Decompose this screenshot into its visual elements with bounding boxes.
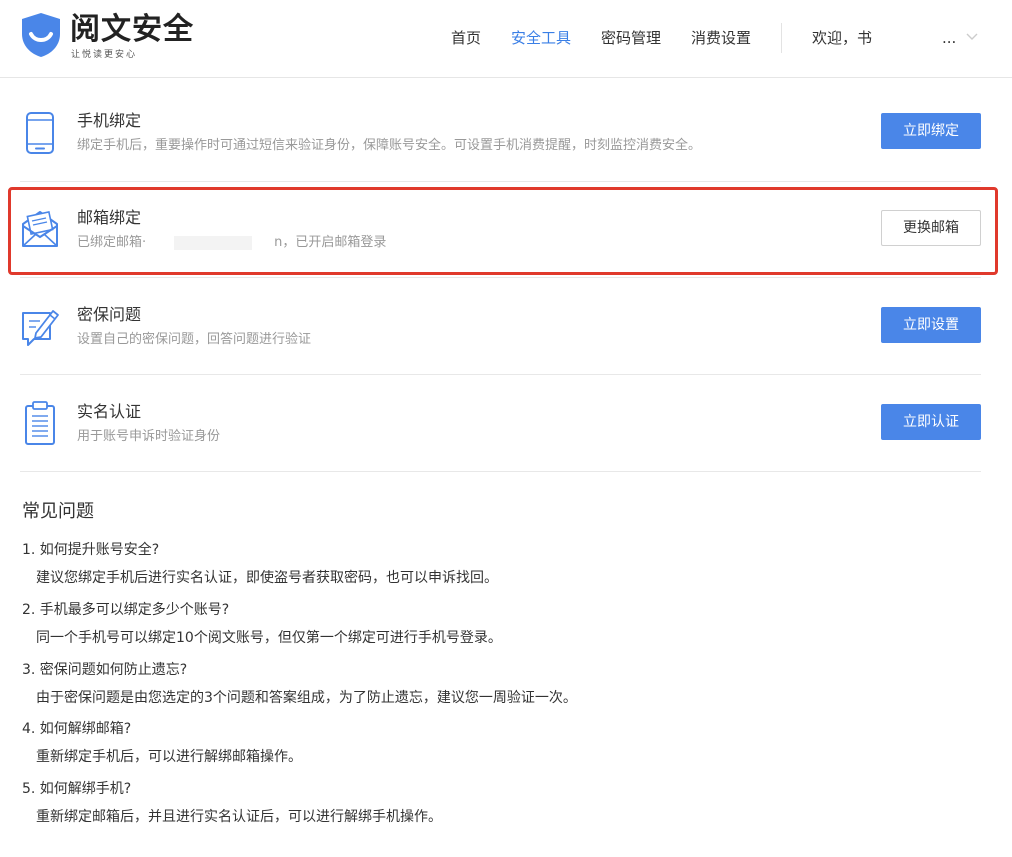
faq-answer: 由于密保问题是由您选定的3个问题和答案组成，为了防止遗忘，建议您一周验证一次。	[36, 690, 577, 706]
masked-email	[174, 235, 253, 250]
security-row-phone: 手机绑定 绑定手机后，重要操作时可通过短信来验证身份，保障账号安全。可设置手机消…	[20, 86, 981, 182]
email-bind-title: 邮箱绑定	[77, 208, 142, 227]
faq-item: 3. 密保问题如何防止遗忘? 由于密保问题是由您选定的3个问题和答案组成，为了防…	[22, 660, 982, 708]
user-menu-more[interactable]: ...	[942, 27, 956, 49]
faq-question: 5. 如何解绑手机?	[22, 781, 132, 797]
nav-item-security-tools[interactable]: 安全工具	[511, 27, 571, 49]
faq-answer: 重新绑定手机后，可以进行解绑邮箱操作。	[36, 749, 302, 765]
nav-item-home[interactable]: 首页	[451, 27, 481, 49]
faq-answer: 建议您绑定手机后进行实名认证，即使盗号者获取密码，也可以申诉找回。	[36, 570, 498, 586]
pencil-chat-icon	[22, 310, 59, 346]
security-row-question: 密保问题 设置自己的密保问题，回答问题进行验证 立即设置	[20, 279, 981, 375]
nav-divider	[781, 23, 782, 53]
envelope-icon	[22, 210, 58, 247]
phone-bind-desc: 绑定手机后，重要操作时可通过短信来验证身份，保障账号安全。可设置手机消费提醒，时…	[77, 138, 702, 153]
clipboard-icon	[25, 401, 55, 445]
faq-question: 2. 手机最多可以绑定多少个账号?	[22, 602, 230, 618]
faq-item: 5. 如何解绑手机? 重新绑定邮箱后，并且进行实名认证后，可以进行解绑手机操作。	[22, 779, 982, 827]
faq-question: 3. 密保问题如何防止遗忘?	[22, 662, 188, 678]
email-desc-suffix: n，已开启邮箱登录	[274, 235, 387, 250]
nav-item-password[interactable]: 密码管理	[601, 27, 661, 49]
phone-icon	[26, 112, 54, 154]
security-question-desc: 设置自己的密保问题，回答问题进行验证	[77, 332, 312, 347]
email-bind-desc: 已绑定邮箱· n，已开启邮箱登录	[77, 233, 386, 253]
faq-title: 常见问题	[22, 501, 94, 522]
set-security-question-button[interactable]: 立即设置	[881, 307, 981, 343]
faq-item: 2. 手机最多可以绑定多少个账号? 同一个手机号可以绑定10个阅文账号，但仅第一…	[22, 600, 982, 648]
email-desc-prefix: 已绑定邮箱·	[77, 235, 147, 250]
chevron-down-icon[interactable]	[966, 33, 978, 41]
realname-title: 实名认证	[77, 402, 142, 421]
top-header: 阅文安全 让悦读更安心 首页 安全工具 密码管理 消费设置 欢迎，书 ...	[0, 0, 1012, 78]
verify-realname-button[interactable]: 立即认证	[881, 404, 981, 440]
faq-item: 4. 如何解绑邮箱? 重新绑定手机后，可以进行解绑邮箱操作。	[22, 719, 982, 767]
faq-question: 1. 如何提升账号安全?	[22, 542, 160, 558]
security-question-title: 密保问题	[77, 305, 142, 324]
realname-desc: 用于账号申诉时验证身份	[77, 429, 221, 444]
nav-item-consumption[interactable]: 消费设置	[691, 27, 751, 49]
bind-phone-button[interactable]: 立即绑定	[881, 113, 981, 149]
security-row-email: 邮箱绑定 已绑定邮箱· n，已开启邮箱登录 更换邮箱	[20, 182, 981, 278]
security-row-realname: 实名认证 用于账号申诉时验证身份 立即认证	[20, 376, 981, 472]
phone-bind-title: 手机绑定	[77, 111, 142, 130]
faq-answer: 重新绑定邮箱后，并且进行实名认证后，可以进行解绑手机操作。	[36, 809, 442, 825]
user-greeting[interactable]: 欢迎，书	[812, 27, 882, 49]
faq-item: 1. 如何提升账号安全? 建议您绑定手机后进行实名认证，即使盗号者获取密码，也可…	[22, 540, 982, 588]
faq-question: 4. 如何解绑邮箱?	[22, 721, 132, 737]
change-email-button[interactable]: 更换邮箱	[881, 210, 981, 246]
faq-answer: 同一个手机号可以绑定10个阅文账号，但仅第一个绑定可进行手机号登录。	[36, 630, 502, 646]
